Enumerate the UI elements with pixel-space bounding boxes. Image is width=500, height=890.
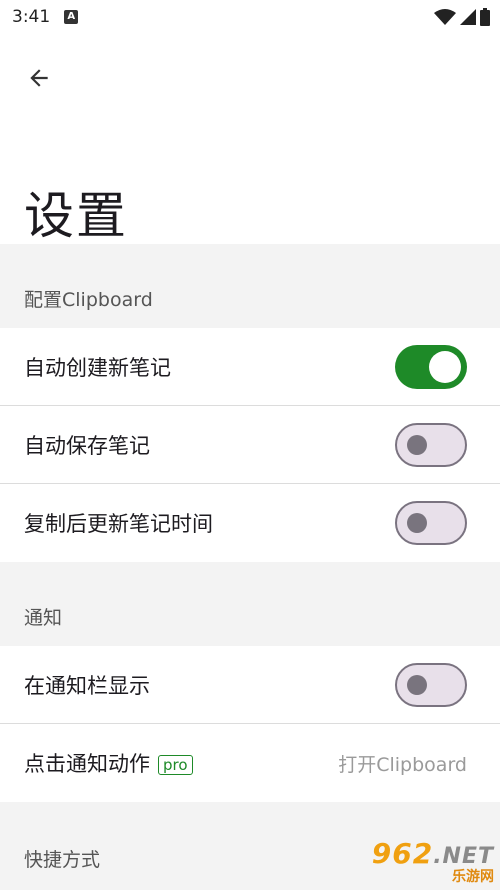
setting-label: 自动创建新笔记 [24,355,171,380]
section-header-clipboard: 配置Clipboard [0,244,500,328]
setting-label: 在通知栏显示 [24,673,150,698]
toggle-knob [407,513,427,533]
wifi-icon [434,9,456,25]
top-app-bar [0,34,500,122]
setting-auto-save-note[interactable]: 自动保存笔记 [0,406,500,484]
toggle-knob [429,350,461,383]
setting-label: 点击通知动作 [24,752,150,776]
setting-label: 复制后更新笔记时间 [24,512,213,536]
toggle-knob [407,674,427,695]
setting-label: 自动保存笔记 [24,433,150,458]
watermark-logo: 962.NET 乐游网 [372,837,494,886]
status-right [434,8,490,26]
setting-show-in-notification-bar[interactable]: 在通知栏显示 [0,646,500,724]
status-time: 3:41 [12,7,51,27]
setting-update-time-on-copy[interactable]: 复制后更新笔记时间 [0,484,500,562]
page-title: 设置 [24,187,128,245]
click-action-value: 打开Clipboard [338,753,467,776]
battery-icon [480,8,490,26]
section-header-notification: 通知 [0,562,500,646]
toggle-knob [407,434,427,455]
setting-click-notification-action[interactable]: 点击通知动作 pro 打开Clipboard [0,724,500,802]
watermark-number: 962 [371,837,434,870]
auto-save-note-toggle[interactable] [395,422,467,467]
status-bar: 3:41 A [0,0,500,34]
signal-icon [460,9,476,25]
arrow-back-icon [30,69,48,87]
back-button[interactable] [22,61,56,95]
notification-icon: A [64,10,79,24]
update-time-on-copy-toggle[interactable] [395,501,467,545]
auto-create-note-toggle[interactable] [395,344,467,389]
setting-label-wrap: 点击通知动作 pro [24,748,193,778]
show-in-notification-bar-toggle[interactable] [395,662,467,707]
status-left: 3:41 A [12,7,79,27]
pro-badge: pro [158,755,193,775]
setting-auto-create-note[interactable]: 自动创建新笔记 [0,328,500,406]
